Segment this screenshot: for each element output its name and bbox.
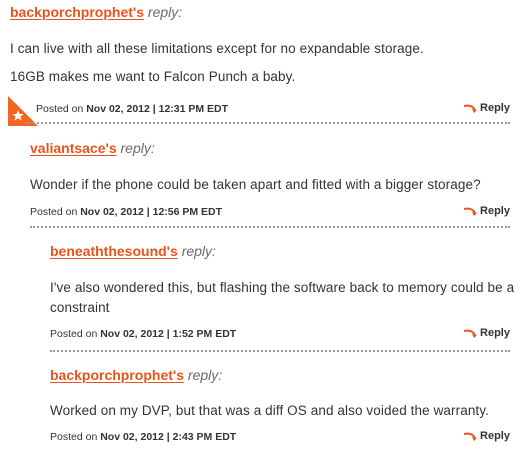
posted-prefix: Posted on <box>50 431 98 443</box>
reply-word: reply: <box>187 367 223 383</box>
comment-header: beneaththesound's reply: <box>50 243 216 259</box>
reply-button[interactable]: Reply <box>463 430 510 442</box>
comment-text-line: 16GB makes me want to Falcon Punch a bab… <box>10 69 296 84</box>
reply-label: Reply <box>480 430 510 442</box>
reply-label: Reply <box>480 327 510 339</box>
comment-meta: Posted on Nov 02, 2012 | 2:43 PM EDT <box>50 431 236 443</box>
comment-header: valiantsace's reply: <box>30 140 155 156</box>
reply-word: reply: <box>120 140 155 156</box>
posted-prefix: Posted on <box>36 103 84 115</box>
comment-meta: Posted on Nov 02, 2012 | 12:31 PM EDT <box>36 103 228 115</box>
reply-label: Reply <box>480 102 510 114</box>
posted-date: Nov 02, 2012 | 12:56 PM EDT <box>80 206 223 218</box>
posted-prefix: Posted on <box>50 328 98 340</box>
reply-button[interactable]: Reply <box>463 327 510 339</box>
comment-text-line: Worked on my DVP, but that was a diff OS… <box>50 403 489 418</box>
reply-word: reply: <box>181 243 216 259</box>
reply-arrow-icon <box>463 104 478 114</box>
reply-arrow-icon <box>463 432 478 442</box>
reply-button[interactable]: Reply <box>463 205 510 217</box>
comment-header: backporchprophet's reply: <box>10 4 182 20</box>
posted-date: Nov 02, 2012 | 1:52 PM EDT <box>100 328 237 340</box>
comment-meta: Posted on Nov 02, 2012 | 1:52 PM EDT <box>50 328 236 340</box>
author-link[interactable]: beneaththesound's <box>50 243 178 259</box>
comment-text-line: Wonder if the phone could be taken apart… <box>30 177 481 192</box>
comment-text-line: I've also wondered this, but flashing th… <box>50 280 515 295</box>
posted-date: Nov 02, 2012 | 12:31 PM EDT <box>86 103 229 115</box>
author-link[interactable]: backporchprophet's <box>10 4 144 20</box>
reply-word: reply: <box>147 4 183 20</box>
divider <box>30 226 510 228</box>
comment-header: backporchprophet's reply: <box>50 367 222 383</box>
comment-text-line: I can live with all these limitations ex… <box>10 41 424 56</box>
comment-text-line: constraint <box>50 300 110 315</box>
divider <box>50 350 510 352</box>
reply-label: Reply <box>480 205 510 217</box>
posted-date: Nov 02, 2012 | 2:43 PM EDT <box>100 431 237 443</box>
posted-prefix: Posted on <box>30 206 78 218</box>
reply-arrow-icon <box>463 329 478 339</box>
divider <box>26 122 510 124</box>
comment-meta: Posted on Nov 02, 2012 | 12:56 PM EDT <box>30 206 222 218</box>
author-link[interactable]: backporchprophet's <box>50 367 184 383</box>
reply-arrow-icon <box>463 207 478 217</box>
reply-button[interactable]: Reply <box>463 102 510 114</box>
author-link[interactable]: valiantsace's <box>30 140 117 156</box>
